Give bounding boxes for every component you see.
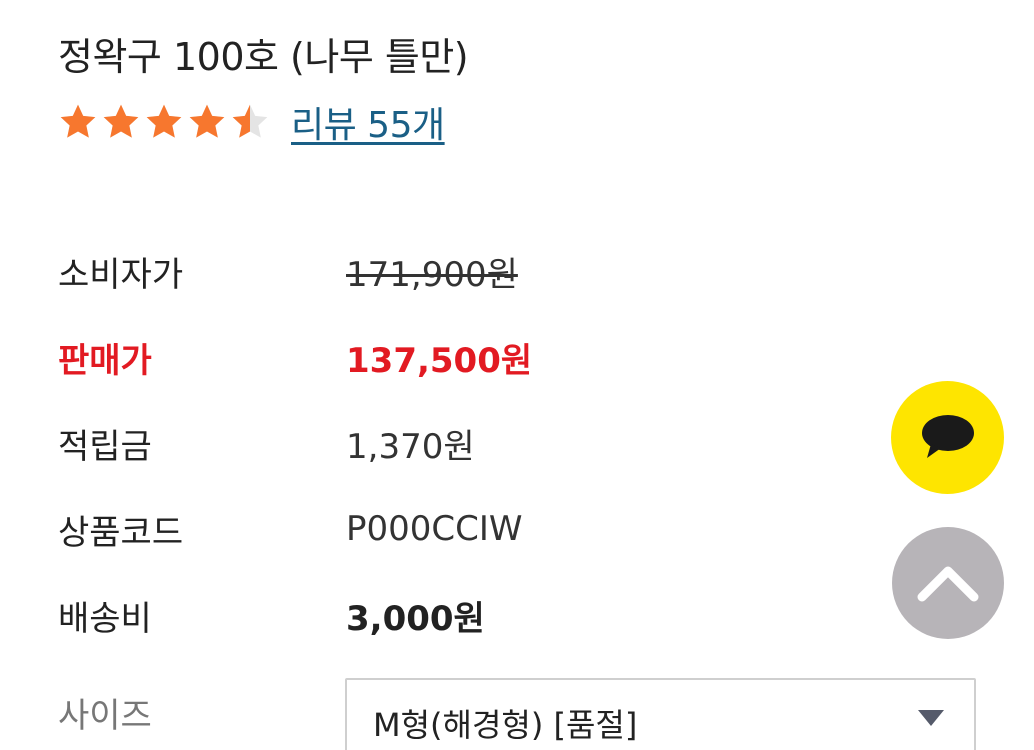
shipping-row: 배송비 3,000원 [58, 572, 678, 658]
kakao-chat-icon [921, 414, 974, 458]
rating-stars [58, 102, 273, 142]
chevron-up-icon [917, 566, 979, 602]
retail-price-row: 소비자가 171,900원 [58, 228, 678, 314]
retail-price-value: 171,900원 [346, 254, 518, 295]
dropdown-caret-icon [918, 710, 944, 726]
retail-price-label: 소비자가 [58, 254, 184, 295]
sale-price-row: 판매가 137,500원 [58, 314, 678, 400]
size-option-label: 사이즈 [58, 696, 152, 736]
points-label: 적립금 [58, 426, 152, 467]
shipping-value: 3,000원 [346, 598, 485, 639]
sale-price-value: 137,500원 [346, 340, 533, 381]
kakao-chat-button[interactable] [891, 381, 1004, 494]
star-icon [103, 104, 139, 138]
product-code-row: 상품코드 P000CCIW [58, 486, 678, 572]
star-icon [60, 104, 96, 138]
product-info-list: 소비자가 171,900원 판매가 137,500원 적립금 1,370원 상품… [58, 228, 678, 658]
product-detail-page: 정왁구 100호 (나무 틀만) 리뷰 55개 소비자가 171,900원 판매… [0, 0, 1034, 750]
shipping-label: 배송비 [58, 598, 152, 639]
points-value: 1,370원 [346, 426, 475, 467]
product-code-value: P000CCIW [346, 509, 523, 549]
star-icon [146, 104, 182, 138]
scroll-top-button[interactable] [892, 527, 1004, 639]
sale-price-label: 판매가 [58, 340, 152, 381]
star-icon [189, 104, 225, 138]
points-row: 적립금 1,370원 [58, 400, 678, 486]
rating-row: 리뷰 55개 [58, 96, 445, 148]
size-select[interactable]: M형(해경형) [품절] [345, 678, 976, 750]
star-icon [232, 104, 268, 138]
product-title: 정왁구 100호 (나무 틀만) [58, 35, 469, 79]
product-code-label: 상품코드 [58, 512, 184, 553]
size-select-value: M형(해경형) [품절] [373, 706, 638, 744]
review-count-link[interactable]: 리뷰 55개 [291, 96, 445, 148]
